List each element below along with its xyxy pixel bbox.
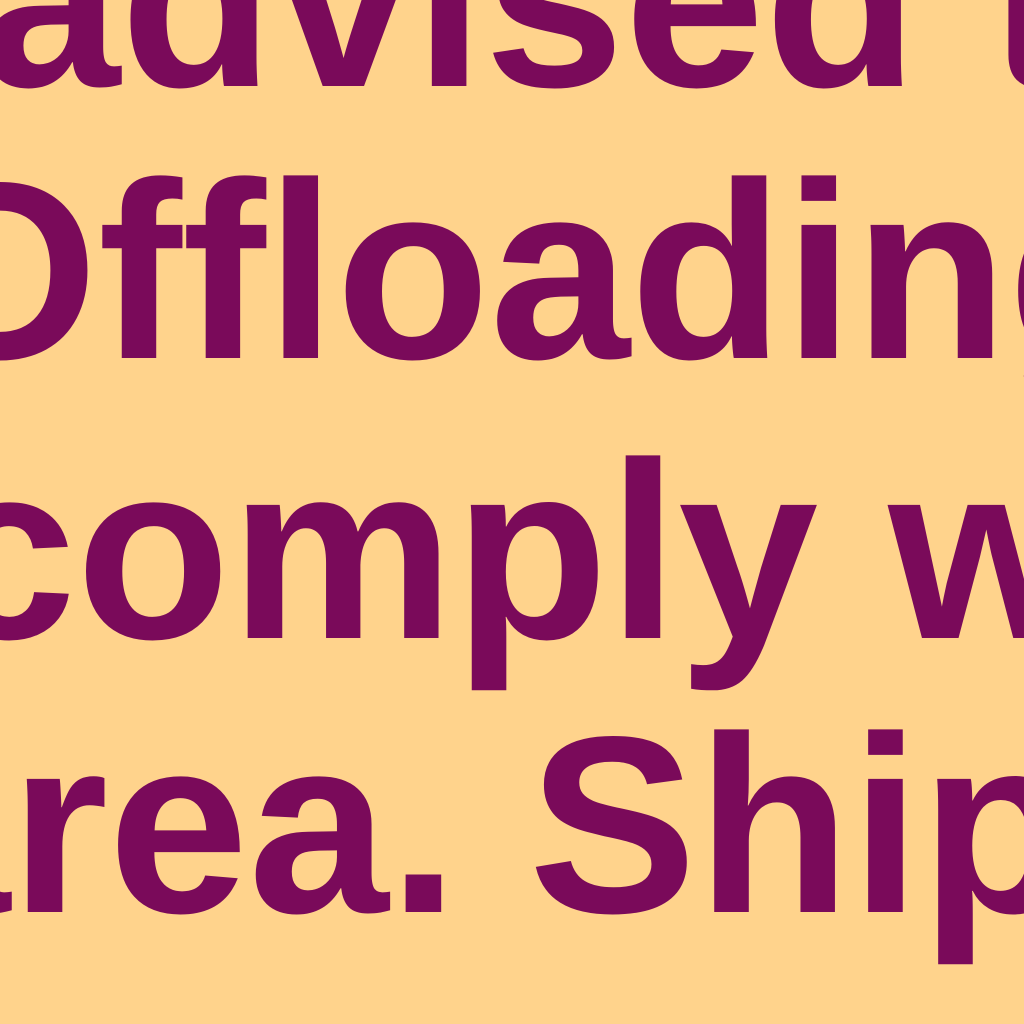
text-line-4: area. Ship xyxy=(0,685,1024,966)
text-line-3: comply w xyxy=(0,411,1024,692)
text-line-2: Offloading xyxy=(0,131,1024,412)
zoomed-document-text: advised to Offloading comply w area. Shi… xyxy=(0,0,1024,1024)
text-line-1: advised to xyxy=(0,0,1024,126)
